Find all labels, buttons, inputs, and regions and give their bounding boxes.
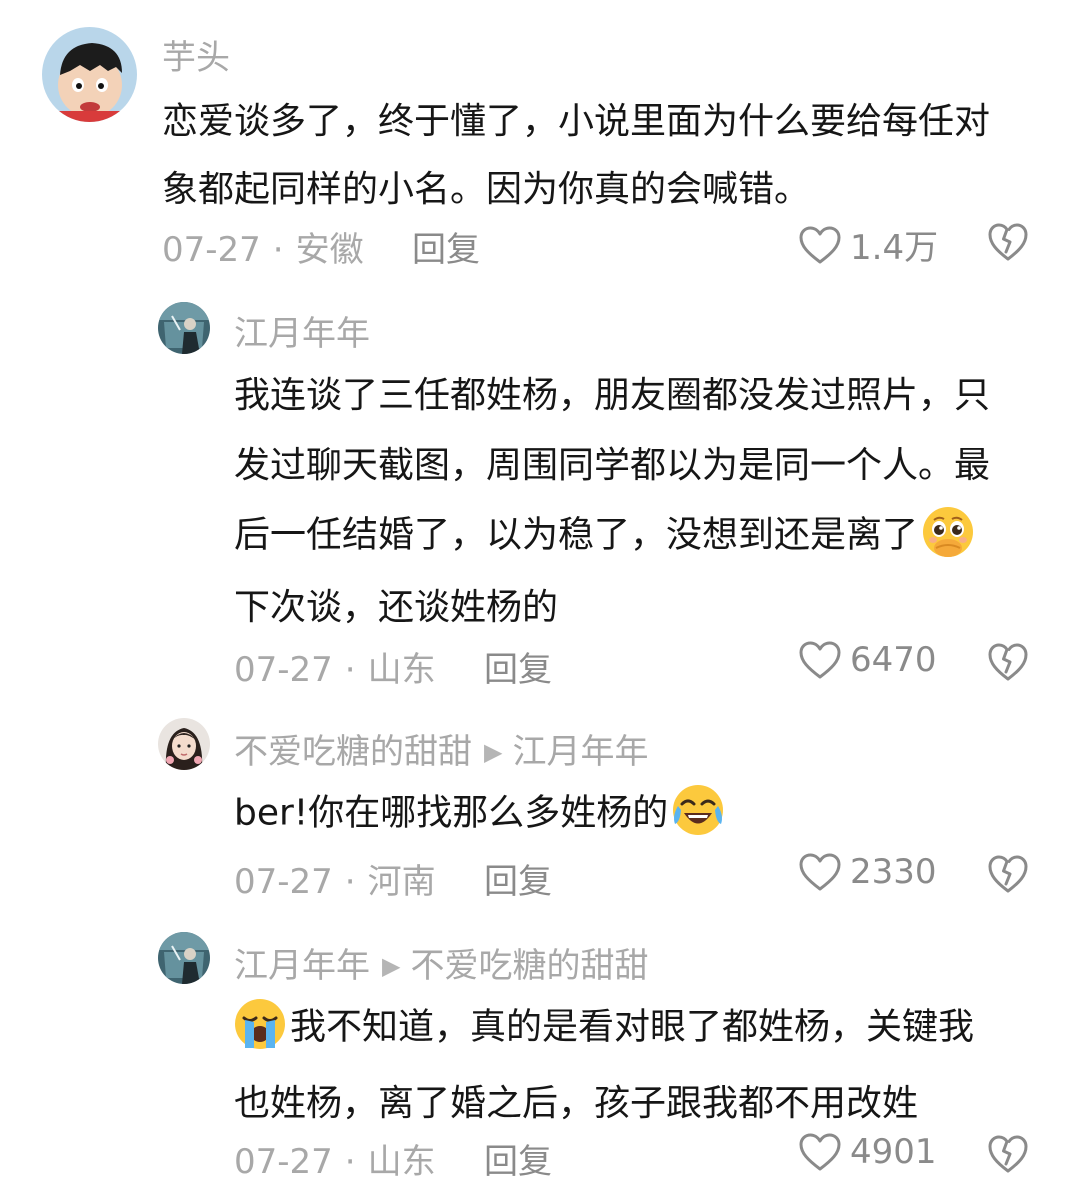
- comment-text-line: ber!你在哪找那么多姓杨的: [234, 782, 726, 847]
- heart-icon: [799, 1133, 841, 1171]
- comment-text-line: 恋爱谈多了，终于懂了，小说里面为什么要给每任对: [162, 101, 991, 142]
- broken-heart-icon: [988, 855, 1028, 893]
- comment-text: 我不知道，真的是看对眼了都姓杨，关键我: [290, 1006, 975, 1048]
- comment-date: 07-27: [162, 230, 261, 270]
- separator: ·: [344, 650, 356, 690]
- dislike-button[interactable]: [987, 222, 1029, 266]
- reply-button[interactable]: 回复: [484, 642, 552, 691]
- separator: ·: [344, 1142, 356, 1182]
- dislike-button[interactable]: [987, 854, 1029, 898]
- comment-text-line: 我连谈了三任都姓杨，朋友圈都没发过照片，只: [234, 375, 991, 416]
- like-count: 4901: [850, 1132, 937, 1172]
- avatar[interactable]: [158, 718, 210, 770]
- comment-location: 河南: [367, 862, 436, 902]
- broken-heart-icon: [988, 1135, 1028, 1173]
- comment-text-line: 下次谈，还谈姓杨的: [234, 587, 559, 628]
- comment-meta: 07-27 · 山东: [234, 642, 436, 691]
- comment-text: ber!你在哪找那么多姓杨的: [234, 792, 669, 834]
- reply-button[interactable]: 回复: [412, 222, 480, 271]
- comment-text-line: 后一任结婚了，以为稳了，没想到还是离了: [234, 504, 976, 569]
- comment-location: 山东: [367, 650, 436, 690]
- heart-icon: [799, 226, 841, 263]
- reply-button[interactable]: 回复: [484, 1134, 552, 1183]
- like-count: 1.4万: [850, 228, 939, 268]
- comment-location: 安徽: [295, 230, 364, 270]
- like-button[interactable]: 6470: [798, 640, 937, 680]
- dislike-button[interactable]: [987, 642, 1029, 686]
- heart-icon: [799, 641, 841, 679]
- reply-button[interactable]: 回复: [484, 854, 552, 903]
- comment-text-line: 也姓杨，离了婚之后，孩子跟我都不用改姓: [234, 1083, 919, 1124]
- heart-icon: [799, 853, 841, 891]
- broken-heart-icon: [988, 643, 1028, 681]
- comment-location: 山东: [367, 1142, 436, 1182]
- separator: ·: [344, 862, 356, 902]
- comment-text-line: 我不知道，真的是看对眼了都姓杨，关键我: [232, 996, 974, 1061]
- reply-arrow-icon: ▶: [484, 738, 503, 766]
- reply-to-username[interactable]: 江月年年: [512, 732, 648, 772]
- avatar[interactable]: [158, 932, 210, 984]
- comment-text-line: 象都起同样的小名。因为你真的会喊错。: [162, 169, 811, 210]
- like-button[interactable]: 4901: [798, 1132, 937, 1172]
- comment-date: 07-27: [234, 1142, 333, 1182]
- comment-text: 后一任结婚了，以为稳了，没想到还是离了: [234, 514, 919, 556]
- username: 江月年年 ▶ 不爱吃糖的甜甜: [234, 938, 648, 987]
- like-button[interactable]: 2330: [798, 852, 937, 892]
- reply-to-username[interactable]: 不爱吃糖的甜甜: [410, 946, 648, 986]
- avatar[interactable]: [42, 27, 137, 122]
- broken-heart-icon: [988, 223, 1028, 261]
- pleading-face-icon: [920, 504, 976, 569]
- like-button[interactable]: 1.4万: [798, 220, 938, 269]
- like-count: 2330: [850, 852, 937, 892]
- username-link[interactable]: 不爱吃糖的甜甜: [234, 732, 472, 772]
- crying-laughing-face-icon: [670, 782, 726, 847]
- loudly-crying-face-icon: [232, 996, 288, 1061]
- comment-text-line: 发过聊天截图，周围同学都以为是同一个人。最: [234, 445, 991, 486]
- avatar[interactable]: [158, 302, 210, 354]
- username-link[interactable]: 江月年年: [234, 946, 370, 986]
- dislike-button[interactable]: [987, 1134, 1029, 1178]
- username[interactable]: 江月年年: [234, 306, 370, 355]
- like-count: 6470: [850, 640, 937, 680]
- comment-meta: 07-27 · 河南: [234, 854, 436, 903]
- comment-meta: 07-27 · 安徽: [162, 222, 364, 271]
- comment-date: 07-27: [234, 862, 333, 902]
- reply-arrow-icon: ▶: [382, 952, 401, 980]
- comment-date: 07-27: [234, 650, 333, 690]
- comment-meta: 07-27 · 山东: [234, 1134, 436, 1183]
- separator: ·: [272, 230, 284, 270]
- username: 不爱吃糖的甜甜 ▶ 江月年年: [234, 724, 648, 773]
- username[interactable]: 芋头: [162, 30, 230, 79]
